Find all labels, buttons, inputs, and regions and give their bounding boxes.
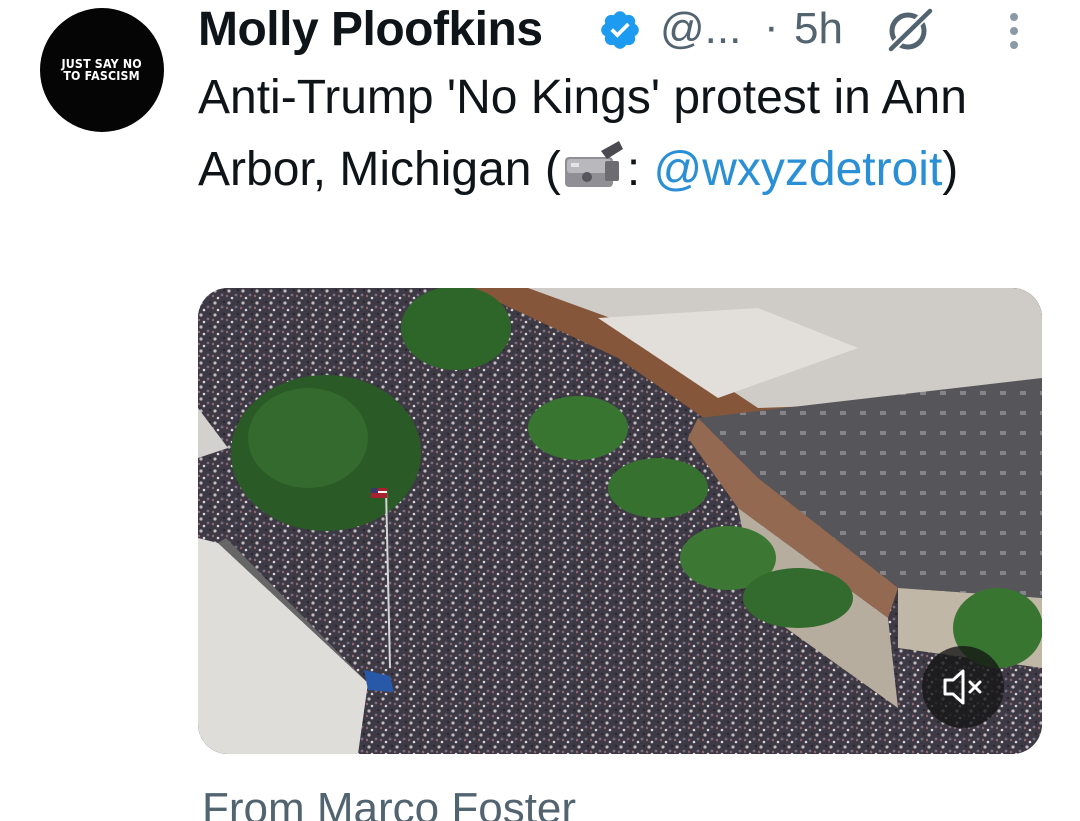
- more-options-icon[interactable]: [1006, 12, 1022, 52]
- tweet-text-part-2: :: [626, 143, 654, 196]
- tweet-text: Anti-Trump 'No Kings' protest in Ann Arb…: [198, 62, 1038, 206]
- separator-dot: ·: [764, 2, 779, 51]
- avatar-text-line-2: TO FASCISM: [63, 69, 141, 83]
- video-player[interactable]: [198, 288, 1042, 754]
- video-camera-icon: [564, 141, 623, 187]
- unmute-button[interactable]: [922, 646, 1004, 728]
- video-attribution[interactable]: From Marco Foster: [202, 784, 576, 821]
- display-name[interactable]: Molly Ploofkins: [198, 2, 543, 57]
- avatar[interactable]: JUST SAY NO TO FASCISM: [40, 8, 164, 132]
- speaker-muted-icon: [943, 669, 982, 705]
- handle[interactable]: @...: [660, 4, 741, 54]
- verified-badge-icon: [601, 11, 639, 49]
- timestamp[interactable]: 5h: [794, 4, 843, 54]
- tweet-text-part-3: ): [942, 143, 959, 196]
- tweet-header: Molly Ploofkins @... · 5h: [198, 0, 1058, 56]
- tweet-card[interactable]: JUST SAY NO TO FASCISM Molly Ploofkins @…: [0, 0, 1080, 821]
- mention-link[interactable]: @wxyzdetroit: [653, 143, 942, 196]
- grok-icon[interactable]: [884, 6, 936, 54]
- protest-aerial-video-frame: [198, 288, 1042, 754]
